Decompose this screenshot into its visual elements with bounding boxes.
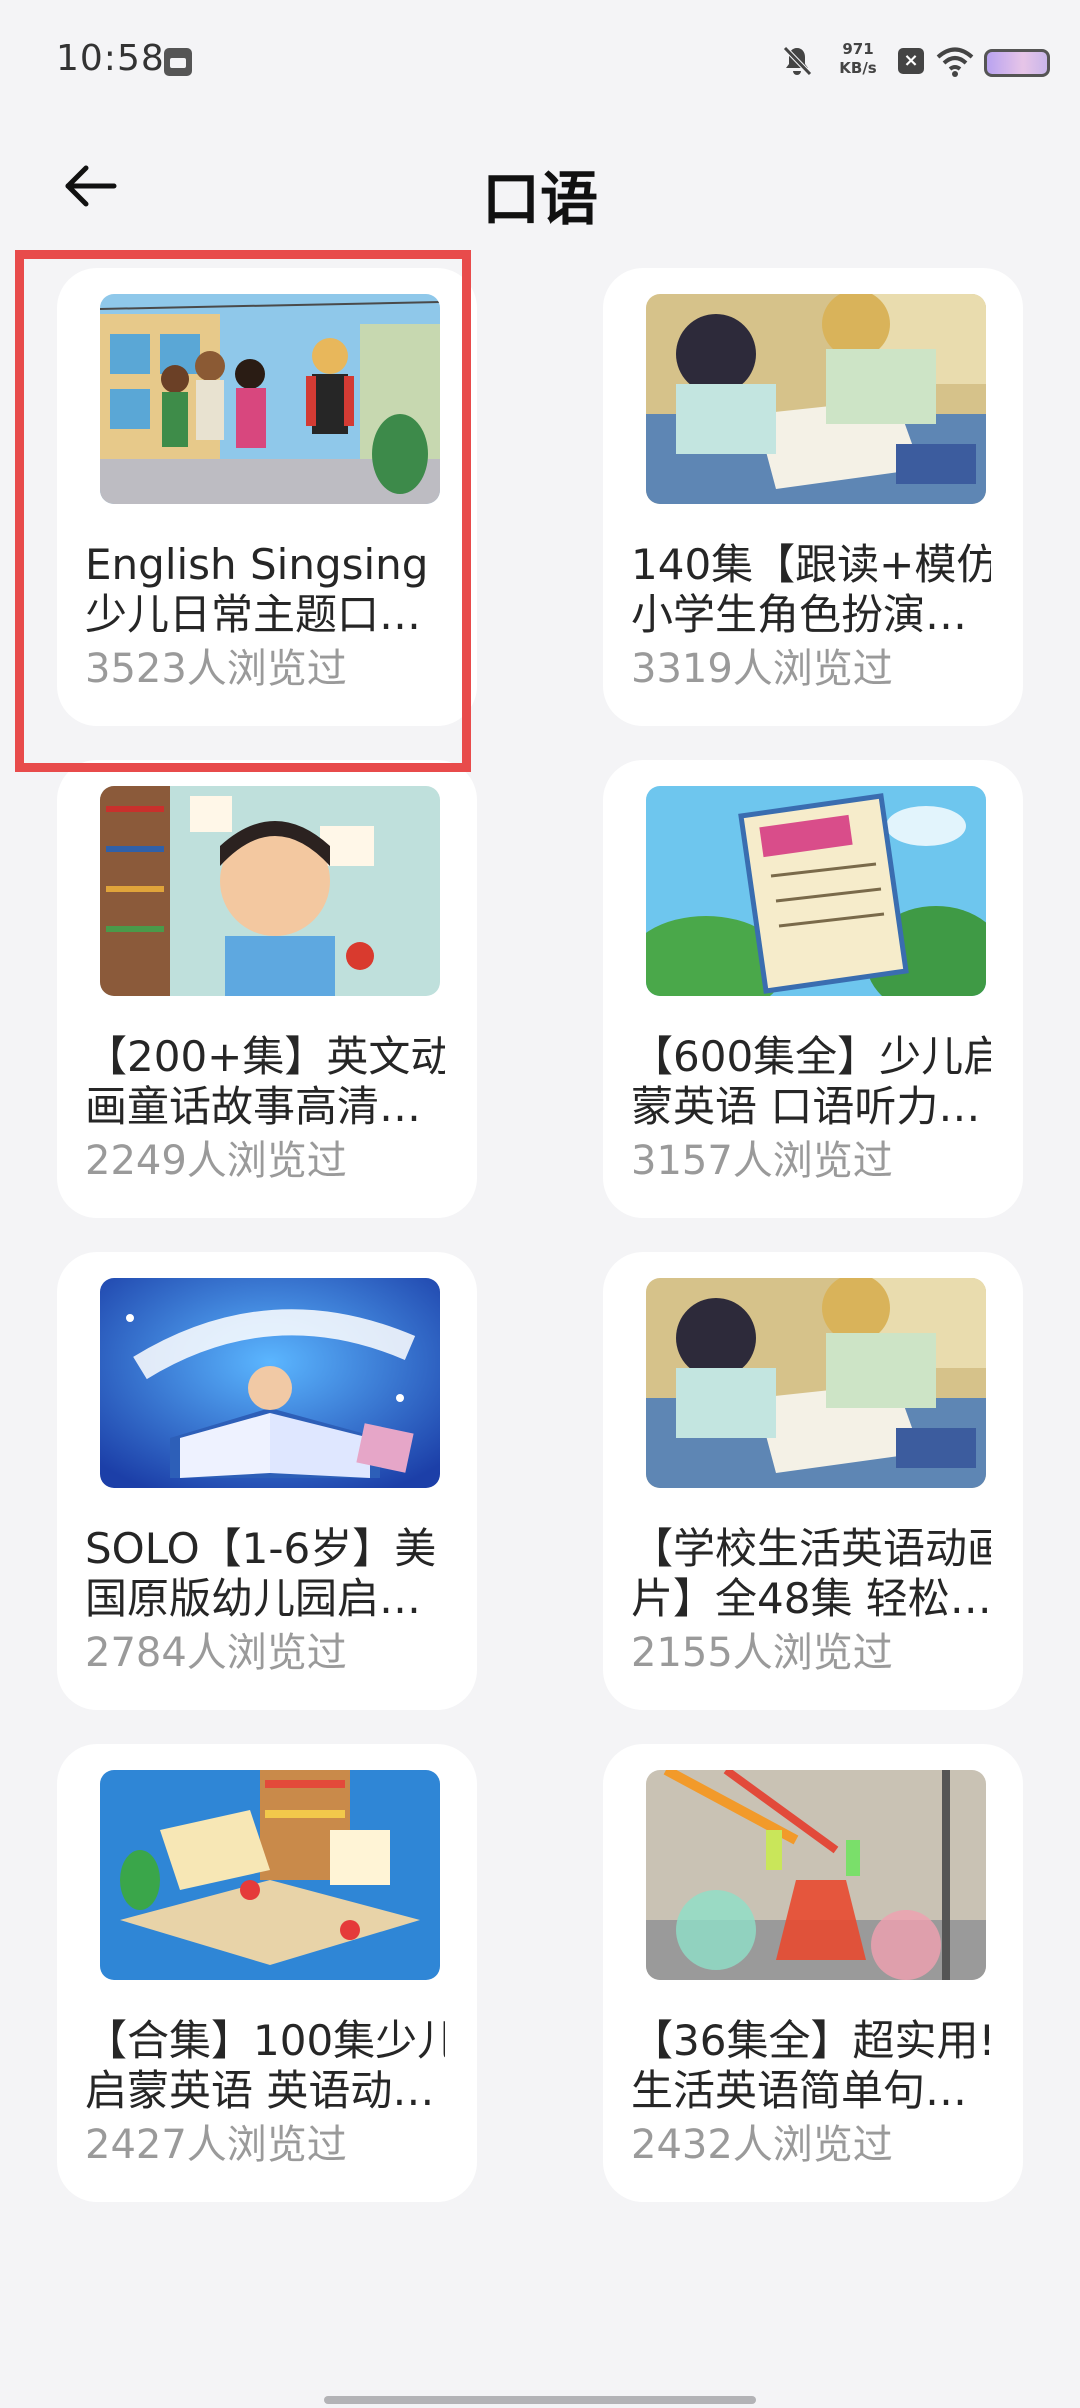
- course-thumbnail: [100, 786, 440, 996]
- course-thumbnail: [646, 1770, 986, 1980]
- course-title: 【学校生活英语动画 片】全48集 轻松…: [631, 1524, 991, 1624]
- course-thumbnail: [100, 1278, 440, 1488]
- course-title-line: 【200+集】英文动: [85, 1032, 445, 1081]
- course-title-line: 启蒙英语 英语动…: [85, 2066, 435, 2115]
- view-count: 3157人浏览过: [631, 1138, 893, 1184]
- view-count: 3523人浏览过: [85, 646, 347, 692]
- view-count: 2784人浏览过: [85, 1630, 347, 1676]
- course-title-line: 画童话故事高清…: [85, 1082, 422, 1131]
- header-bar: 口语: [0, 130, 1080, 240]
- view-count: 2249人浏览过: [85, 1138, 347, 1184]
- course-title-line: 【学校生活英语动画: [631, 1524, 991, 1573]
- view-count: 2427人浏览过: [85, 2122, 347, 2168]
- course-title: 【600集全】少儿启 蒙英语 口语听力…: [631, 1032, 991, 1132]
- course-thumbnail: [646, 294, 986, 504]
- course-card[interactable]: 【36集全】超实用! 生活英语简单句… 2432人浏览过: [603, 1744, 1023, 2202]
- mute-bell-icon: [783, 46, 812, 76]
- course-title: SOLO【1-6岁】美 国原版幼儿园启…: [85, 1524, 445, 1624]
- wifi-icon: [936, 47, 974, 77]
- course-card[interactable]: SOLO【1-6岁】美 国原版幼儿园启… 2784人浏览过: [57, 1252, 477, 1710]
- course-title-line: SOLO【1-6岁】美: [85, 1524, 437, 1573]
- network-speed-value: 971: [842, 40, 874, 58]
- battery-icon: [984, 49, 1050, 77]
- course-thumbnail: [100, 294, 440, 504]
- course-title: 【36集全】超实用! 生活英语简单句…: [631, 2016, 991, 2116]
- course-title: English Singsing 少儿日常主题口…: [85, 540, 445, 640]
- course-title-line: 【合集】100集少儿: [85, 2016, 445, 2065]
- course-title-line: English Singsing: [85, 540, 429, 589]
- course-thumbnail: [100, 1770, 440, 1980]
- course-card[interactable]: 140集【跟读+模仿】 小学生角色扮演… 3319人浏览过: [603, 268, 1023, 726]
- course-thumbnail: [646, 786, 986, 996]
- home-indicator[interactable]: [324, 2396, 756, 2404]
- course-title-line: 140集【跟读+模仿】: [631, 540, 991, 589]
- course-title: 140集【跟读+模仿】 小学生角色扮演…: [631, 540, 991, 640]
- course-thumbnail: [646, 1278, 986, 1488]
- course-title-line: 国原版幼儿园启…: [85, 1574, 422, 1623]
- course-title-line: 片】全48集 轻松…: [631, 1574, 991, 1623]
- view-count: 2432人浏览过: [631, 2122, 893, 2168]
- view-count: 2155人浏览过: [631, 1630, 893, 1676]
- course-card[interactable]: 【合集】100集少儿 启蒙英语 英语动… 2427人浏览过: [57, 1744, 477, 2202]
- course-card[interactable]: 【600集全】少儿启 蒙英语 口语听力… 3157人浏览过: [603, 760, 1023, 1218]
- course-title-line: 【36集全】超实用!: [631, 2016, 991, 2065]
- course-card[interactable]: 【200+集】英文动 画童话故事高清… 2249人浏览过: [57, 760, 477, 1218]
- close-box-icon: ×: [898, 48, 924, 74]
- course-title-line: 小学生角色扮演…: [631, 590, 968, 639]
- course-grid: English Singsing 少儿日常主题口… 3523人浏览过 140集【…: [57, 268, 1023, 2202]
- course-title-line: 【600集全】少儿启: [631, 1032, 991, 1081]
- status-time: 10:58: [56, 38, 165, 79]
- course-card[interactable]: 【学校生活英语动画 片】全48集 轻松… 2155人浏览过: [603, 1252, 1023, 1710]
- status-bar: 10:58 971 KB/s ×: [0, 0, 1080, 130]
- network-speed-unit: KB/s: [839, 59, 877, 77]
- course-card[interactable]: English Singsing 少儿日常主题口… 3523人浏览过: [57, 268, 477, 726]
- calendar-icon: [164, 48, 192, 76]
- page-title: 口语: [481, 165, 598, 233]
- course-title: 【200+集】英文动 画童话故事高清…: [85, 1032, 445, 1132]
- course-title: 【合集】100集少儿 启蒙英语 英语动…: [85, 2016, 445, 2116]
- course-title-line: 蒙英语 口语听力…: [631, 1082, 981, 1131]
- course-title-line: 生活英语简单句…: [631, 2066, 968, 2115]
- network-speed: 971 KB/s: [828, 40, 888, 78]
- view-count: 3319人浏览过: [631, 646, 893, 692]
- course-title-line: 少儿日常主题口…: [85, 590, 422, 639]
